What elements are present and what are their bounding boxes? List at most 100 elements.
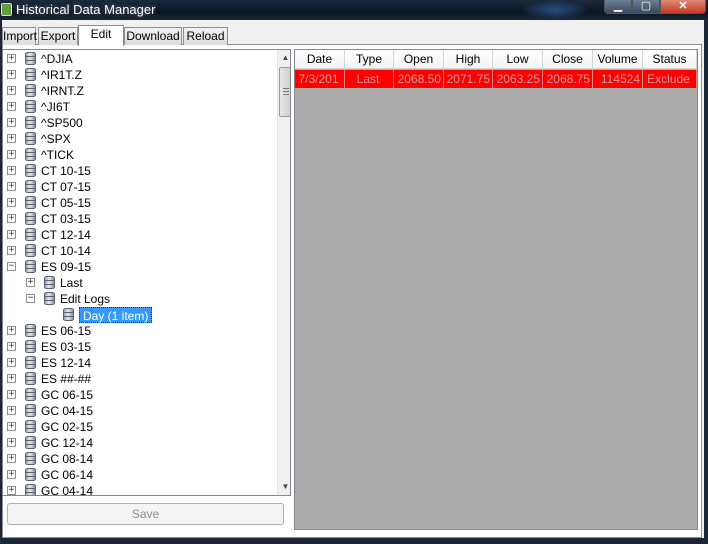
column-header-volume[interactable]: Volume [593,50,643,69]
expand-icon[interactable]: + [7,422,16,431]
expand-icon[interactable]: + [7,406,16,415]
tree-node-label[interactable]: ^JI6T [41,99,70,115]
expand-icon[interactable]: + [7,118,16,127]
tree-node[interactable]: + ^IR1T.Z [3,67,275,83]
tree-node-label[interactable]: ES 09-15 [41,259,91,275]
tree-node-label[interactable]: Edit Logs [60,291,110,307]
column-header-type[interactable]: Type [345,50,394,69]
tree-node-label[interactable]: ^IR1T.Z [41,67,82,83]
tree-node-label[interactable]: GC 02-15 [41,419,93,435]
tree-node-label[interactable]: ^SPX [41,131,71,147]
tree-node[interactable]: + GC 06-14 [3,467,275,483]
cell-date[interactable]: 7/3/201 [295,70,345,88]
tree-node-label[interactable]: ^TICK [41,147,74,163]
tree-node-label[interactable]: CT 12-14 [41,227,91,243]
expand-icon[interactable]: + [7,374,16,383]
tree-node[interactable]: + ES 06-15 [3,323,275,339]
tab-export[interactable]: Export [38,27,78,45]
column-header-low[interactable]: Low [493,50,543,69]
tree-node-label[interactable]: CT 10-15 [41,163,91,179]
cell-high[interactable]: 2071.75 [444,70,493,88]
expand-icon[interactable]: + [7,54,16,63]
tree-node-label[interactable]: ^DJIA [41,51,73,67]
expand-icon[interactable]: + [7,342,16,351]
expand-icon[interactable]: + [7,150,16,159]
tree-node-label[interactable]: ES ##-## [41,371,91,387]
symbol-tree[interactable]: + ^DJIA + ^IR1T.Z + ^IRNT.Z + ^JI6T + ^SP500 + ^SPX… [2,49,291,496]
expand-icon[interactable]: + [7,358,16,367]
tree-node[interactable]: + ^JI6T [3,99,275,115]
column-header-high[interactable]: High [444,50,493,69]
column-header-date[interactable]: Date [295,50,345,69]
cell-volume[interactable]: 114524 [593,70,643,88]
tree-node-label[interactable]: ^SP500 [41,115,83,131]
tree-node[interactable]: + CT 12-14 [3,227,275,243]
table-row[interactable]: 7/3/201 Last 2068.50 2071.75 2063.25 206… [295,70,697,88]
maximize-button[interactable]: ▢ [632,0,660,14]
expand-icon[interactable]: + [7,390,16,399]
expand-icon[interactable]: + [7,86,16,95]
tree-node-label[interactable]: CT 03-15 [41,211,91,227]
tab-edit[interactable]: Edit [78,25,124,46]
tree-node-label[interactable]: CT 07-15 [41,179,91,195]
tree-node[interactable]: + CT 10-15 [3,163,275,179]
tree-node-label[interactable]: GC 06-14 [41,467,93,483]
tree-node[interactable]: + GC 08-14 [3,451,275,467]
tree-node-label[interactable]: GC 08-14 [41,451,93,467]
expand-icon[interactable]: + [7,486,16,495]
tree-node-label[interactable]: GC 04-14 [41,483,93,495]
expand-icon[interactable]: + [7,198,16,207]
tree-node-label[interactable]: GC 04-15 [41,403,93,419]
tree-node[interactable]: Day (1 item) [3,307,275,323]
column-header-status[interactable]: Status [643,50,697,69]
expand-icon[interactable]: + [7,166,16,175]
tree-node[interactable]: + Last [3,275,275,291]
tree-node-label[interactable]: ES 03-15 [41,339,91,355]
expand-icon[interactable]: + [7,182,16,191]
expand-icon[interactable]: + [26,278,35,287]
tree-node[interactable]: + ^DJIA [3,51,275,67]
tree-node-label[interactable]: Last [60,275,83,291]
tree-node[interactable]: + CT 07-15 [3,179,275,195]
collapse-icon[interactable]: − [7,262,16,271]
tab-download[interactable]: Download [124,27,182,45]
column-header-close[interactable]: Close [543,50,593,69]
tree-node[interactable]: + ^TICK [3,147,275,163]
tree-node[interactable]: + ^SP500 [3,115,275,131]
tree-node-label[interactable]: CT 05-15 [41,195,91,211]
tree-node[interactable]: + GC 06-15 [3,387,275,403]
tree-scrollbar[interactable]: ▲ ▼ [277,50,290,495]
expand-icon[interactable]: + [7,102,16,111]
cell-low[interactable]: 2063.25 [493,70,543,88]
expand-icon[interactable]: + [7,454,16,463]
tree-node-label[interactable]: ^IRNT.Z [41,83,84,99]
tree-node[interactable]: + GC 02-15 [3,419,275,435]
scroll-up-button[interactable]: ▲ [278,50,290,66]
expand-icon[interactable]: + [7,230,16,239]
cell-open[interactable]: 2068.50 [394,70,444,88]
close-button[interactable]: ✕ [660,0,706,14]
tree-node[interactable]: + GC 04-14 [3,483,275,495]
tree-node-label[interactable]: Day (1 item) [79,307,153,323]
tree-node[interactable]: + GC 12-14 [3,435,275,451]
data-grid[interactable]: Date Type Open High Low Close Volume Sta… [294,49,698,530]
tree-node[interactable]: + CT 10-14 [3,243,275,259]
expand-icon[interactable]: + [7,438,16,447]
tree-node-label[interactable]: ES 06-15 [41,323,91,339]
expand-icon[interactable]: + [7,134,16,143]
tree-node-label[interactable]: CT 10-14 [41,243,91,259]
tree-node[interactable]: + ES ##-## [3,371,275,387]
save-button[interactable]: Save [7,503,284,525]
tree-node-label[interactable]: GC 12-14 [41,435,93,451]
tree-node[interactable]: + ES 12-14 [3,355,275,371]
cell-type[interactable]: Last [345,70,394,88]
expand-icon[interactable]: + [7,470,16,479]
tree-node[interactable]: − Edit Logs [3,291,275,307]
tree-node[interactable]: + ^IRNT.Z [3,83,275,99]
tree-node[interactable]: + ^SPX [3,131,275,147]
tree-node[interactable]: + GC 04-15 [3,403,275,419]
cell-status[interactable]: Exclude [643,70,697,88]
tab-import[interactable]: Import [2,27,37,45]
tree-node-label[interactable]: ES 12-14 [41,355,91,371]
expand-icon[interactable]: + [7,246,16,255]
